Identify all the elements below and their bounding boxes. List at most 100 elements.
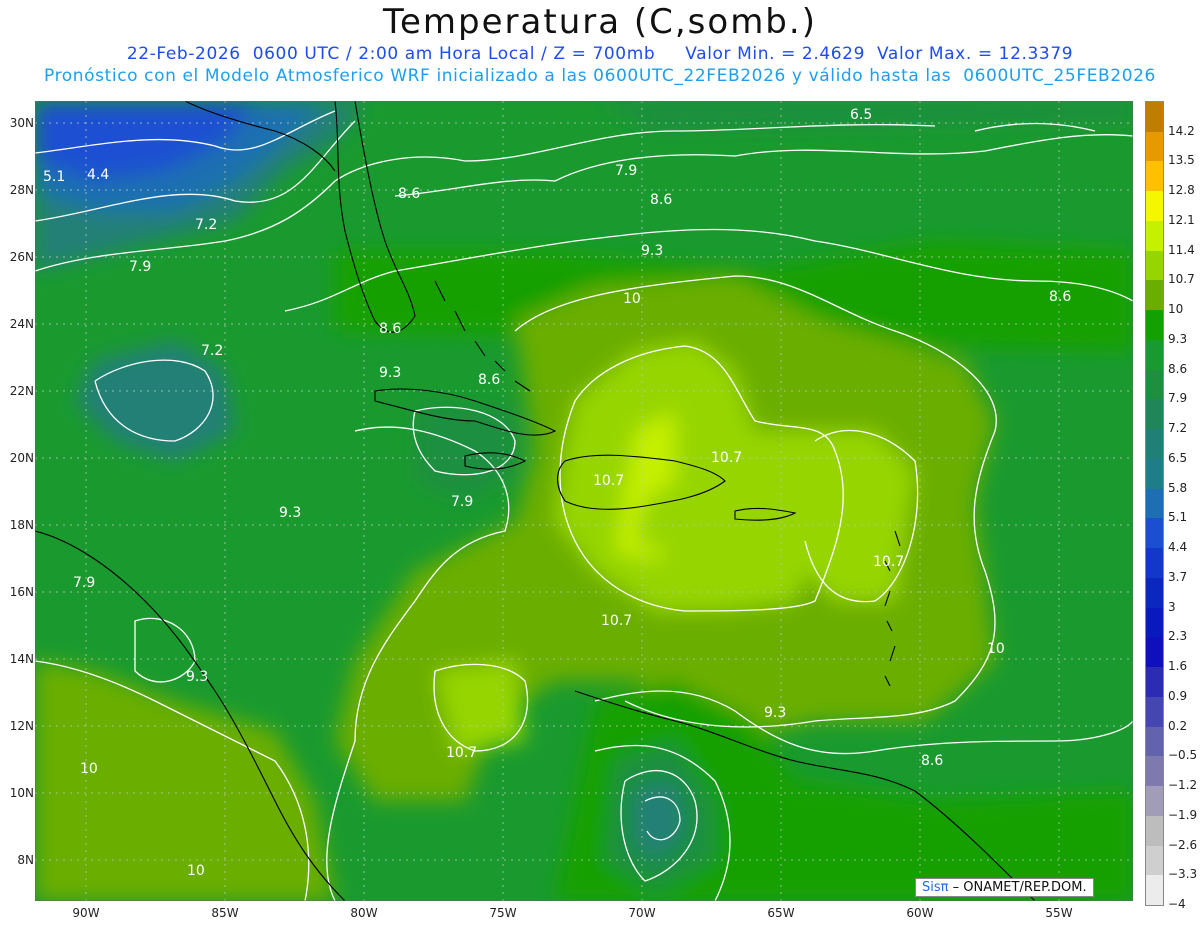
contour-label: 10.7: [601, 613, 632, 629]
legend-swatch: [1146, 845, 1163, 876]
legend-swatch: [1146, 191, 1163, 222]
contour-label: 9.3: [764, 705, 786, 721]
contour-label: 7.2: [201, 343, 223, 359]
temperature-map[interactable]: 6.5 5.1 4.4 8.6 7.9 8.6 7.2 9.3 7.9 10 8…: [35, 101, 1133, 901]
legend-label: 1.6: [1168, 659, 1188, 674]
legend-label: 3: [1168, 599, 1176, 614]
contour-label: 7.9: [129, 259, 151, 275]
legend-swatch: [1146, 756, 1163, 787]
legend-swatch: [1146, 369, 1163, 400]
contour-label: 8.6: [478, 372, 500, 388]
legend-swatch: [1146, 518, 1163, 549]
legend-label: −2.6: [1168, 837, 1198, 852]
legend-swatch: [1146, 131, 1163, 162]
contour-label: 4.4: [87, 167, 109, 183]
lat-label: 24N: [9, 317, 34, 331]
contour-label: 10: [623, 291, 641, 307]
chart-title: Temperatura (C,somb.): [383, 2, 817, 42]
legend-swatch: [1146, 429, 1163, 460]
lon-label: 75W: [489, 906, 517, 920]
contour-label: 8.6: [398, 186, 420, 202]
legend-swatch: [1146, 102, 1163, 133]
legend-label: 7.9: [1168, 391, 1188, 406]
lat-label: 8N: [17, 853, 34, 867]
legend-label: 10: [1168, 302, 1184, 317]
lat-label: 28N: [9, 183, 34, 197]
lon-label: 60W: [906, 906, 934, 920]
lon-label: 90W: [72, 906, 100, 920]
lon-label: 55W: [1045, 906, 1073, 920]
legend-label: 5.8: [1168, 480, 1188, 495]
legend-swatch: [1146, 310, 1163, 341]
lat-label: 18N: [9, 518, 34, 532]
legend-swatch: [1146, 815, 1163, 846]
legend-swatch: [1146, 786, 1163, 817]
contour-label: 8.6: [650, 192, 672, 208]
legend-swatch: [1146, 250, 1163, 281]
contour-label: 7.9: [73, 575, 95, 591]
legend-swatch: [1146, 696, 1163, 728]
map-canvas: 6.5 5.1 4.4 8.6 7.9 8.6 7.2 9.3 7.9 10 8…: [35, 101, 1133, 901]
credit-badge: Sisπ – ONAMET/REP.DOM.: [915, 878, 1094, 897]
legend-swatch: [1146, 726, 1163, 757]
legend-swatch: [1146, 577, 1163, 609]
legend-swatch: [1146, 548, 1163, 579]
contour-label: 9.3: [186, 669, 208, 685]
legend-swatch: [1146, 607, 1163, 638]
contour-label: 9.3: [641, 243, 663, 259]
lat-label: 14N: [9, 652, 34, 666]
lat-label: 30N: [9, 116, 34, 130]
legend-label: −0.5: [1168, 748, 1198, 763]
legend-label: 7.2: [1168, 421, 1188, 436]
contour-label: 9.3: [279, 505, 301, 521]
contour-label: 9.3: [379, 365, 401, 381]
contour-label: 10.7: [446, 745, 477, 761]
legend-swatch: [1146, 339, 1163, 371]
legend-label: 13.5: [1168, 153, 1195, 168]
legend-swatch: [1146, 161, 1163, 192]
contour-label: 10.7: [711, 450, 742, 466]
legend-label: 9.3: [1168, 331, 1188, 346]
lon-label: 65W: [767, 906, 795, 920]
lat-label: 26N: [9, 250, 34, 264]
legend-label: 8.6: [1168, 361, 1188, 376]
contour-label: 7.2: [195, 217, 217, 233]
contour-label: 10.7: [593, 473, 624, 489]
contour-label: 7.9: [451, 494, 473, 510]
lon-label: 70W: [628, 906, 656, 920]
contour-label: 5.1: [43, 169, 65, 185]
lat-label: 20N: [9, 451, 34, 465]
legend-label: 11.4: [1168, 242, 1195, 257]
legend-swatch: [1146, 458, 1163, 490]
credit-text: – ONAMET/REP.DOM.: [952, 880, 1087, 895]
contour-label: 8.6: [921, 753, 943, 769]
contour-label: 10: [187, 863, 205, 879]
legend-label: 0.9: [1168, 688, 1188, 703]
legend-label: −1.2: [1168, 778, 1198, 793]
legend-label: −4: [1168, 897, 1186, 911]
legend-label: 3.7: [1168, 569, 1188, 584]
contour-label: 7.9: [615, 163, 637, 179]
legend-swatch: [1146, 399, 1163, 430]
legend-label: 5.1: [1168, 510, 1188, 525]
lon-label: 80W: [350, 906, 378, 920]
legend-label: 10.7: [1168, 272, 1195, 287]
legend-label: 12.1: [1168, 212, 1195, 227]
legend-label: −3.3: [1168, 867, 1198, 882]
legend-swatch: [1146, 875, 1163, 906]
legend-swatch: [1146, 220, 1163, 252]
contour-label: 8.6: [1049, 289, 1071, 305]
lat-label: 16N: [9, 585, 34, 599]
color-legend: [1145, 101, 1164, 906]
legend-label: −1.9: [1168, 807, 1198, 822]
legend-label: 6.5: [1168, 450, 1188, 465]
legend-label: 0.2: [1168, 718, 1188, 733]
lat-label: 10N: [9, 786, 34, 800]
lat-label: 12N: [9, 719, 34, 733]
legend-swatch: [1146, 280, 1163, 311]
contour-label: 8.6: [379, 321, 401, 337]
lon-label: 85W: [211, 906, 239, 920]
legend-swatch: [1146, 488, 1163, 519]
legend-label: 2.3: [1168, 629, 1188, 644]
run-info-line: 22-Feb-2026 0600 UTC / 2:00 am Hora Loca…: [126, 44, 1074, 64]
